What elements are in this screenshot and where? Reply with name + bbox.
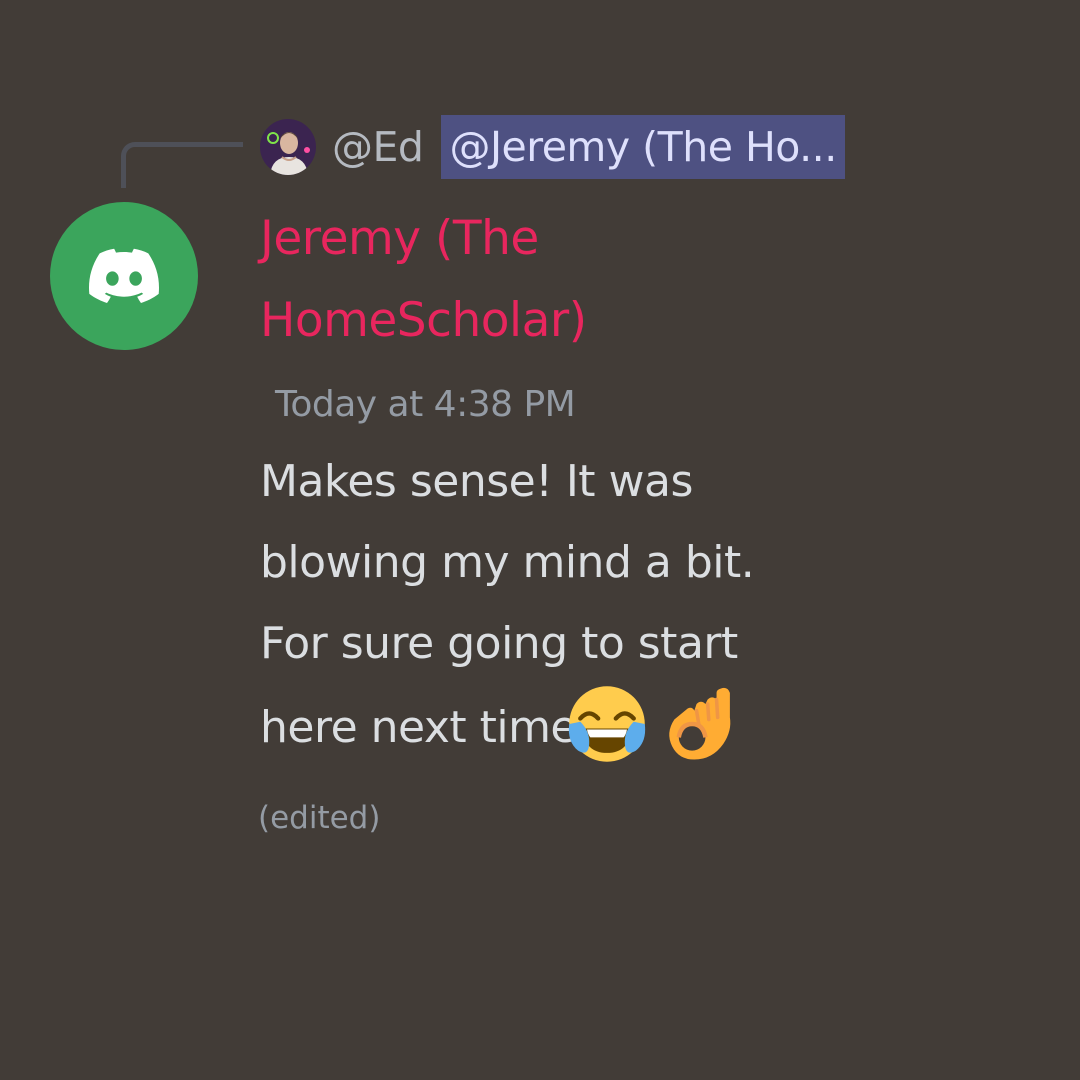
- ok-hand-emoji[interactable]: [661, 684, 741, 764]
- reply-author[interactable]: @Ed: [332, 123, 424, 171]
- message-line-text: here next time: [260, 702, 578, 753]
- message-content: Makes sense! It was blowing my mind a bi…: [260, 441, 860, 768]
- author-avatar[interactable]: [50, 202, 198, 350]
- face-with-tears-of-joy-emoji[interactable]: [567, 684, 647, 764]
- discord-logo-icon: [89, 248, 159, 303]
- edited-label: (edited): [258, 800, 381, 836]
- message-author-name[interactable]: Jeremy (The HomeScholar): [260, 198, 780, 362]
- message-line: blowing my mind a bit.: [260, 537, 755, 588]
- reply-avatar[interactable]: [260, 119, 316, 175]
- reply-mention[interactable]: @Jeremy (The Ho...: [441, 115, 845, 179]
- message-timestamp[interactable]: Today at 4:38 PM: [275, 381, 576, 429]
- user-avatar-icon: [260, 119, 316, 175]
- reply-connector-line: [121, 142, 243, 188]
- message-line-last: here next time: [260, 684, 860, 768]
- reply-preview[interactable]: @Ed @Jeremy (The Ho...: [260, 115, 845, 179]
- message-line: For sure going to start: [260, 618, 738, 669]
- message-line: Makes sense! It was: [260, 456, 693, 507]
